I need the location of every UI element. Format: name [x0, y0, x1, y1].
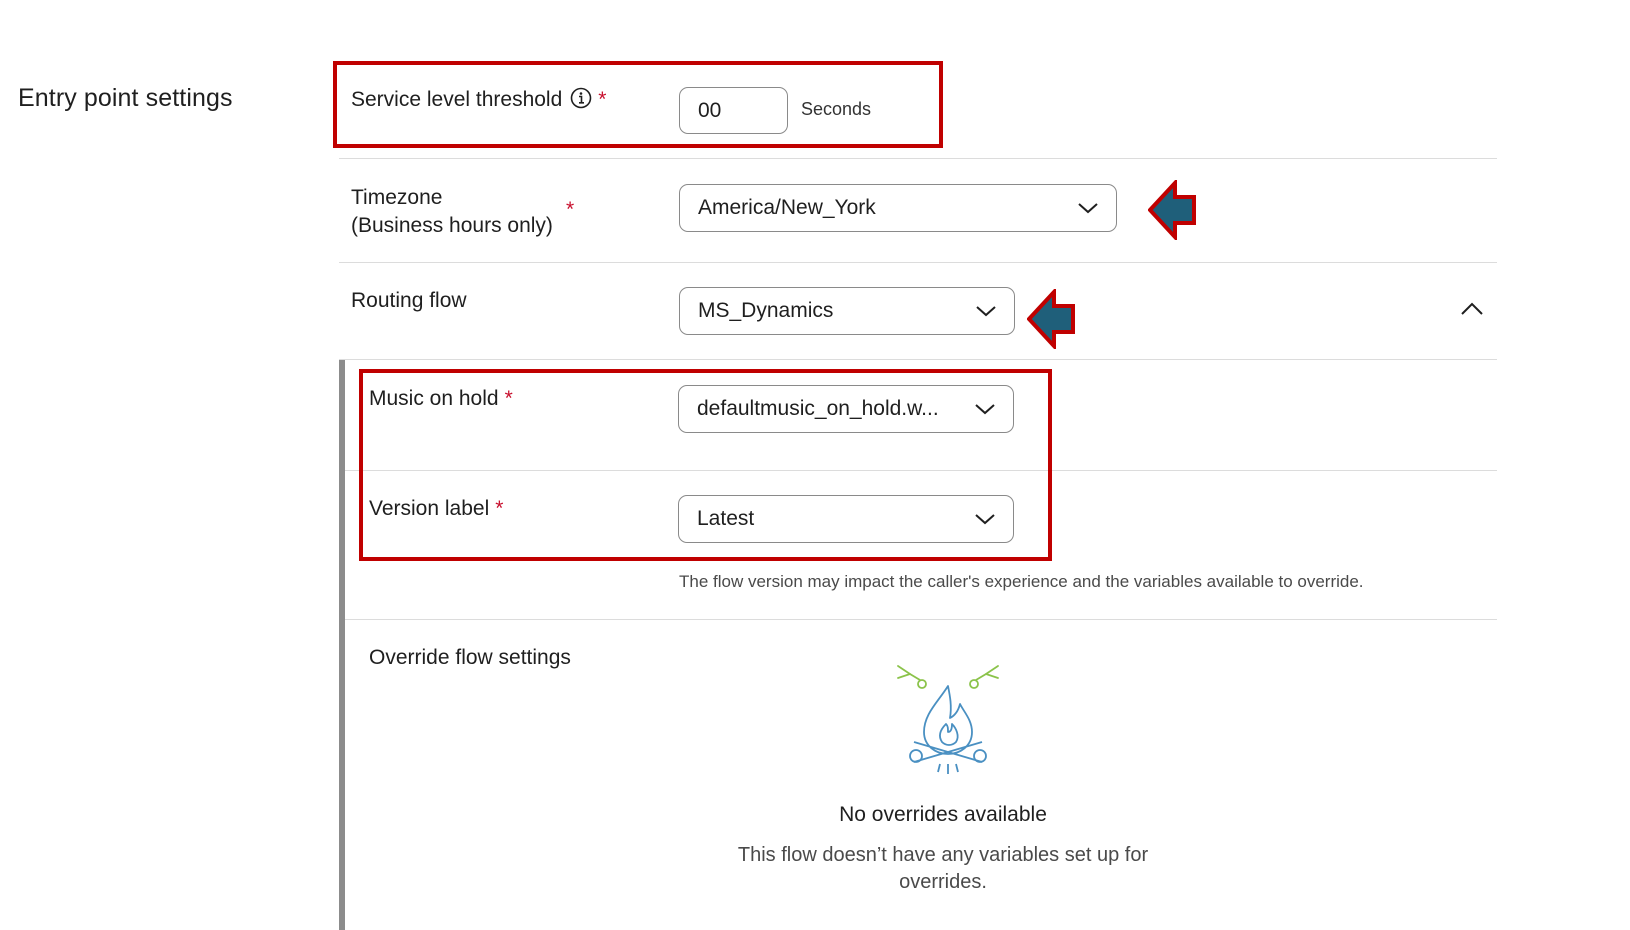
divider — [339, 359, 1497, 360]
routing-flow-label: Routing flow — [351, 289, 467, 312]
section-title: Entry point settings — [18, 84, 233, 112]
chevron-down-icon — [958, 288, 1014, 334]
override-flow-settings-label: Override flow settings — [369, 646, 571, 669]
empty-state-description-line1: This flow doesn’t have any variables set… — [737, 844, 1149, 866]
campfire-illustration — [894, 660, 1004, 783]
divider — [339, 158, 1497, 159]
nested-section-bar — [339, 360, 345, 930]
timezone-select-value: America/New_York — [698, 196, 876, 219]
timezone-label-line1: Timezone — [351, 186, 443, 209]
annotation-arrow-left-icon — [1147, 177, 1196, 245]
routing-flow-select[interactable]: MS_Dynamics — [679, 287, 1015, 335]
divider — [339, 262, 1497, 263]
timezone-label: Timezone (Business hours only) — [351, 184, 553, 240]
routing-flow-select-value: MS_Dynamics — [698, 299, 834, 322]
chevron-down-icon — [1060, 185, 1116, 231]
chevron-up-icon[interactable] — [1460, 301, 1484, 322]
divider — [345, 619, 1497, 620]
highlight-box-music-version — [359, 369, 1052, 561]
entry-point-settings-page: Entry point settings Service level thres… — [0, 0, 1630, 930]
highlight-box-service-level — [333, 61, 943, 148]
timezone-select[interactable]: America/New_York — [679, 184, 1117, 232]
empty-state-title: No overrides available — [839, 803, 1047, 826]
empty-state-description: This flow doesn’t have any variables set… — [643, 842, 1243, 896]
version-help-text: The flow version may impact the caller's… — [679, 572, 1364, 591]
annotation-arrow-left-icon — [1026, 286, 1075, 354]
empty-state-description-line2: overrides. — [899, 871, 987, 893]
timezone-label-line2: (Business hours only) — [351, 214, 553, 237]
required-marker: * — [566, 198, 575, 221]
